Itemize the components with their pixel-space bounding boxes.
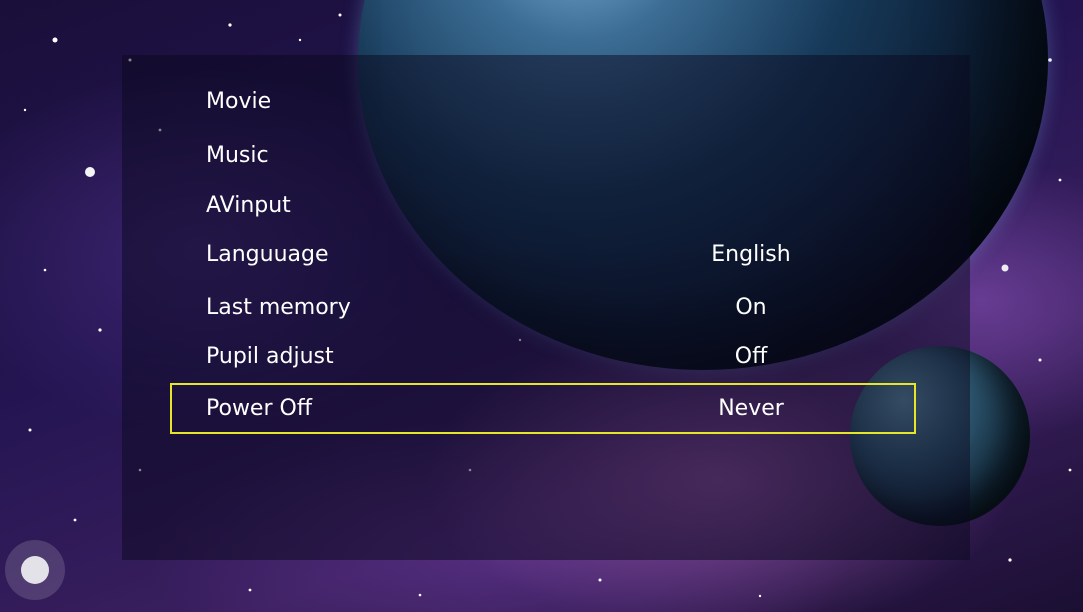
menu-item-value: English xyxy=(711,242,791,267)
menu-item-value: Never xyxy=(718,396,784,421)
menu-item-language[interactable]: Languuage English xyxy=(206,235,826,275)
menu-item-label: Power Off xyxy=(206,396,312,421)
menu-item-label: Pupil adjust xyxy=(206,344,334,369)
menu-item-label: Music xyxy=(206,143,269,168)
menu-item-last-memory[interactable]: Last memory On xyxy=(206,288,826,328)
menu-item-value: Off xyxy=(734,344,768,369)
menu-item-label: Last memory xyxy=(206,295,351,320)
menu-item-label: AVinput xyxy=(206,193,291,218)
menu-item-value: On xyxy=(735,295,767,320)
menu-item-movie[interactable]: Movie xyxy=(206,82,826,122)
menu-item-music[interactable]: Music xyxy=(206,136,826,176)
menu-item-label: Movie xyxy=(206,89,272,114)
menu-item-power-off[interactable]: Power Off Never xyxy=(206,389,826,429)
menu-item-label: Languuage xyxy=(206,242,329,267)
menu-item-pupil-adjust[interactable]: Pupil adjust Off xyxy=(206,337,826,377)
menu-item-avinput[interactable]: AVinput xyxy=(206,186,826,226)
